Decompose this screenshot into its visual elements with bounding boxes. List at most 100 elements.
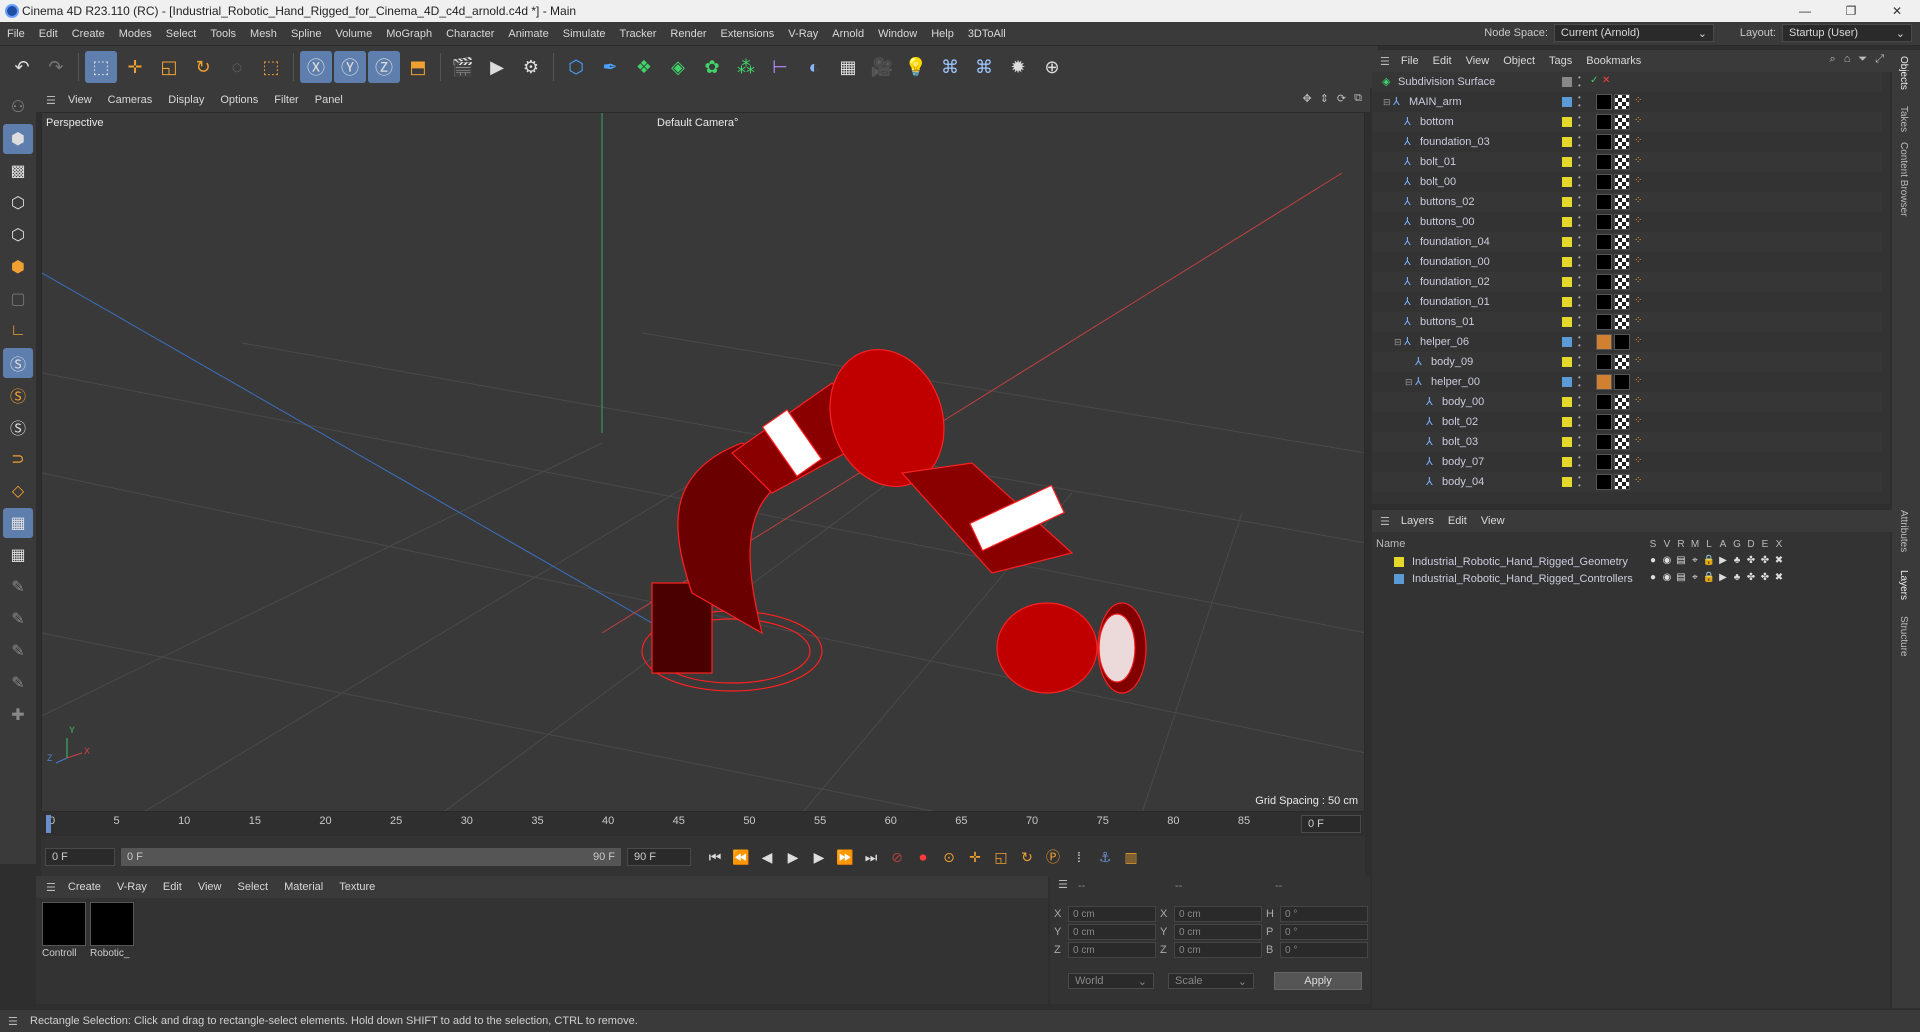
undo-button[interactable]: ↶ [6,51,38,83]
layer-color-chip[interactable] [1562,397,1572,407]
arnold-tag-icon[interactable]: ⁘ [1634,255,1644,267]
layer-color-chip[interactable] [1562,97,1572,107]
model-mode-button[interactable]: ⬢ [3,124,33,154]
objects-menu-edit[interactable]: Edit [1426,55,1459,67]
spline-pen-button[interactable]: ✒ [594,51,626,83]
visibility-dots-icon[interactable]: • • [1578,474,1581,490]
material-menu-edit[interactable]: Edit [155,881,190,893]
layer-color-chip[interactable] [1562,297,1572,307]
deformer-icon[interactable]: ✤ [1744,572,1758,583]
uvw-tag-icon[interactable] [1614,434,1630,450]
render-icon[interactable]: ▤ [1674,572,1688,583]
search-icon[interactable]: ⌕ [1830,53,1836,66]
material-menu-vray[interactable]: V-Ray [109,881,155,893]
snap-button[interactable]: Ⓢ [3,348,33,378]
arnold-tag-icon[interactable]: ⁘ [1634,155,1644,167]
filter-icon[interactable]: ⏷ [1858,53,1867,66]
material-tag-icon[interactable] [1596,234,1612,250]
maximize-button[interactable]: ❐ [1828,0,1874,22]
position-y-field[interactable]: 0 cm [1068,924,1156,940]
material-tag-icon[interactable] [1596,414,1612,430]
uvw-tag-icon[interactable] [1614,114,1630,130]
arnold-tag-icon[interactable]: ⁘ [1634,335,1644,347]
visibility-dots-icon[interactable]: • • [1578,434,1581,450]
expand-toggle-icon[interactable]: ⊟ [1383,97,1391,108]
deformer-icon[interactable]: ✤ [1744,555,1758,566]
paint-button[interactable]: ✎ [3,604,33,634]
viewport-menu-panel[interactable]: Panel [307,94,351,106]
arnold-tag-icon[interactable]: ⁘ [1634,435,1644,447]
minimize-button[interactable]: — [1782,0,1828,22]
material-tag-icon[interactable] [1596,214,1612,230]
expression-icon[interactable]: ✤ [1758,572,1772,583]
arnold-tag-icon[interactable]: ⁘ [1634,455,1644,467]
menu-edit[interactable]: Edit [32,28,65,40]
visibility-dots-icon[interactable]: • • [1578,334,1581,350]
visibility-dots-icon[interactable]: • • [1578,454,1581,470]
subdivision-button[interactable]: ❖ [628,51,660,83]
visibility-dots-icon[interactable]: • • [1578,414,1581,430]
visibility-dots-icon[interactable]: • • [1578,274,1581,290]
solo-icon[interactable]: ● [1646,572,1660,583]
menu-select[interactable]: Select [159,28,204,40]
tab-attributes[interactable]: Attributes [1898,510,1909,552]
timeline-settings-button[interactable]: ⚓ [1093,845,1117,869]
menu-file[interactable]: File [0,28,32,40]
layer-column-header[interactable]: V [1660,539,1674,550]
menu-mograph[interactable]: MoGraph [379,28,439,40]
material-tag-icon[interactable] [1596,154,1612,170]
layer-color-chip[interactable] [1562,177,1572,187]
layer-color-chip[interactable] [1562,197,1572,207]
uvw-tag-icon[interactable] [1614,394,1630,410]
object-row[interactable]: ⅄ body_09 • • ⁘ [1372,352,1882,372]
viewport-rotate-icon[interactable]: ⟳ [1337,92,1346,105]
coordinate-system-button[interactable]: ⬒ [402,51,434,83]
texture-mode-button[interactable]: ▩ [3,156,33,186]
layer-color-chip[interactable] [1562,237,1572,247]
visibility-dots-icon[interactable]: • • [1578,214,1581,230]
material-tag-icon[interactable] [1596,274,1612,290]
axis-mode-button[interactable]: ∟ [3,316,33,346]
key-scale-button[interactable]: ◱ [989,845,1013,869]
layer-column-header[interactable]: G [1730,539,1744,550]
viewport-maximize-icon[interactable]: ⧉ [1354,92,1362,105]
layer-color-chip[interactable] [1562,337,1572,347]
material-tag-icon[interactable] [1596,114,1612,130]
menu-mesh[interactable]: Mesh [243,28,284,40]
arnold-tag-icon[interactable]: ⁘ [1634,95,1644,107]
coordinate-mode-dropdown[interactable]: World ⌄ [1068,973,1154,989]
close-icon[interactable]: ✕ [1602,75,1610,86]
generator-icon[interactable]: ♣ [1730,572,1744,583]
visibility-dots-icon[interactable]: • • [1578,394,1581,410]
cube-button[interactable]: ⬡ [560,51,592,83]
timeline-ruler[interactable]: 0 5 10 15 20 25 30 35 40 45 50 55 60 65 … [41,813,1365,835]
layer-row[interactable]: Industrial_Robotic_Hand_Rigged_Geometry ●… [1372,554,1890,570]
layer-color-swatch[interactable] [1394,557,1404,567]
xref-icon[interactable]: ✖ [1772,572,1786,583]
visibility-dots-icon[interactable]: • • [1578,254,1581,270]
uvw-tag-icon[interactable] [1614,194,1630,210]
size-z-field[interactable]: 0 cm [1174,942,1262,958]
visibility-dots-icon[interactable]: • • [1578,294,1581,310]
uvw-tag-icon[interactable] [1614,474,1630,490]
object-row[interactable]: ⅄ buttons_02 • • ⁘ [1372,192,1882,212]
python-button-1[interactable]: ⌘ [934,51,966,83]
cloner-button[interactable]: ⁂ [730,51,762,83]
viewport-menu-filter[interactable]: Filter [266,94,306,106]
key-param-button[interactable]: Ⓟ [1041,845,1065,869]
recent-tool-button[interactable]: ◌ [221,51,253,83]
material-tag-icon[interactable] [1596,94,1612,110]
uvw-tag-icon[interactable] [1614,274,1630,290]
visibility-dots-icon[interactable]: • • [1578,314,1581,330]
apply-button[interactable]: Apply [1274,972,1362,990]
layer-color-chip[interactable] [1562,477,1572,487]
material-tag-icon[interactable] [1596,294,1612,310]
layer-column-header[interactable]: X [1772,539,1786,550]
visibility-dots-icon[interactable]: • • [1578,74,1581,90]
timeline-window-button[interactable]: ▥ [1119,845,1143,869]
uvw-tag-icon[interactable] [1614,254,1630,270]
constraint-tag-icon[interactable] [1596,334,1612,350]
layer-color-chip[interactable] [1562,457,1572,467]
prev-frame-button[interactable]: ◀ [755,845,779,869]
arnold-tag-icon[interactable]: ⁘ [1634,315,1644,327]
